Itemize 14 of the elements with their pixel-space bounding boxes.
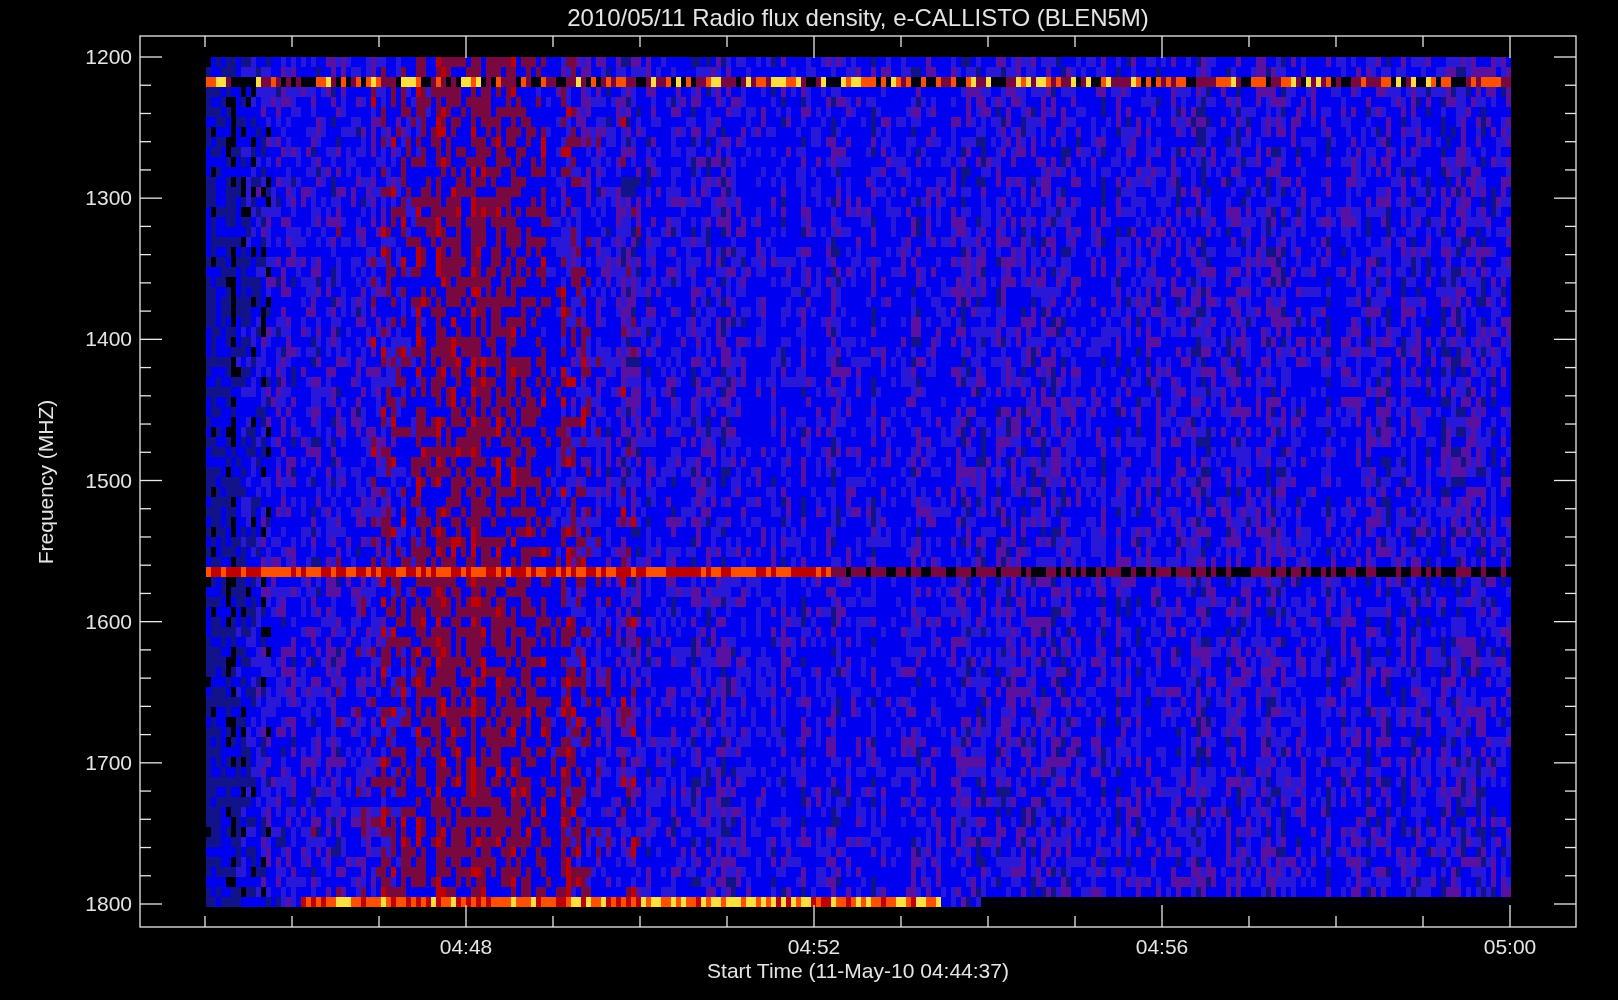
x-tick-label: 05:00 [1483,935,1537,958]
chart-title: 2010/05/11 Radio flux density, e-CALLISTO (BLEN5M) [567,4,1149,31]
x-tick-label: 04:52 [787,935,841,958]
y-tick-label: 1600 [85,609,132,633]
y-tick-label: 1300 [85,186,132,210]
x-tick-label: 04:48 [439,935,493,958]
y-tick-label: 1500 [85,468,132,492]
y-axis-label: Frequency (MHZ) [34,399,57,565]
x-tick-label: 04:56 [1135,935,1189,958]
y-tick-label: 1800 [85,892,132,915]
y-tick-label: 1400 [85,327,132,351]
y-tick-label: 1200 [85,45,132,68]
y-tick-label: 1700 [85,750,132,774]
x-axis-label: Start Time (11-May-10 04:44:37) [707,959,1009,982]
